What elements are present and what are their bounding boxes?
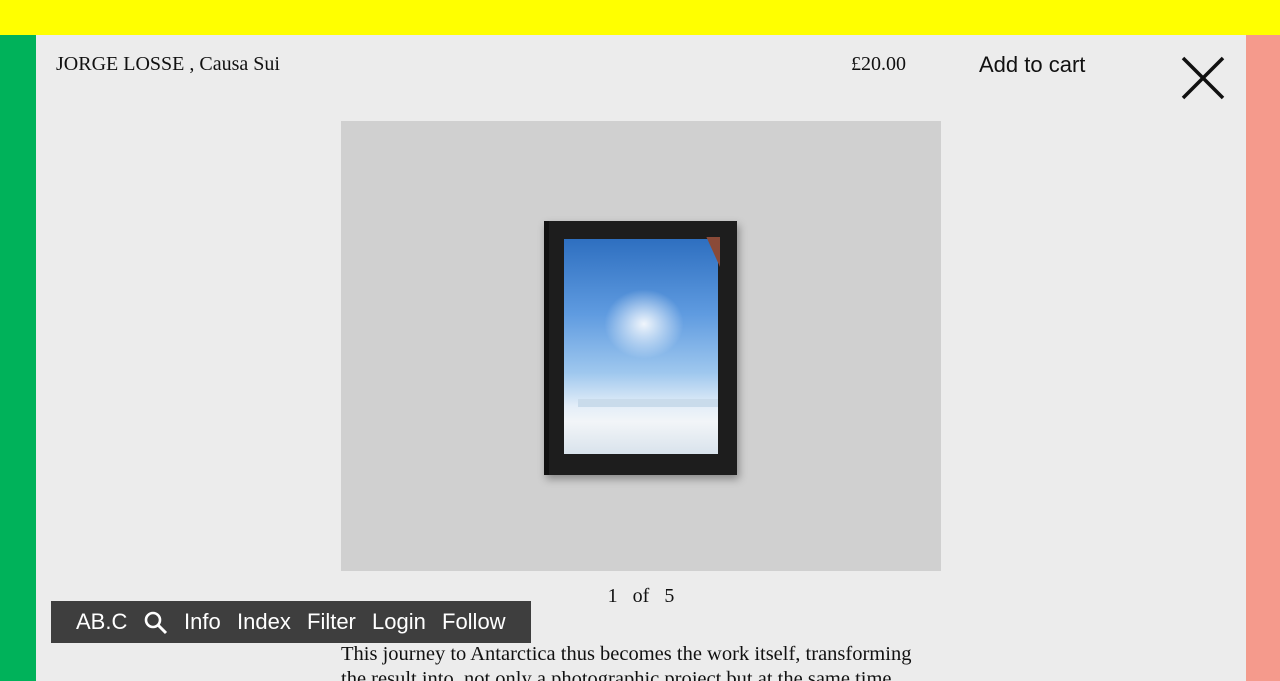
search-icon[interactable]: [143, 610, 169, 642]
pager-current: 1: [607, 585, 618, 607]
nav-login-link[interactable]: Login: [372, 609, 426, 635]
product-overlay-panel: JORGE LOSSE , Causa Sui £20.00 Add to ca…: [36, 35, 1246, 681]
bottom-nav-bar: AB.C Info Index Filter Login Follow: [51, 601, 531, 643]
product-title: JORGE LOSSE , Causa Sui: [56, 53, 280, 75]
book-spine: [544, 221, 549, 475]
right-color-strip: [1246, 35, 1280, 681]
nav-index-link[interactable]: Index: [237, 609, 291, 635]
pager-of: of: [632, 585, 650, 607]
book-cover-image: [564, 237, 720, 454]
left-color-strip: [0, 35, 36, 681]
nav-info-link[interactable]: Info: [184, 609, 221, 635]
top-color-bar: [0, 0, 1280, 35]
product-image[interactable]: [341, 121, 941, 571]
nav-home-link[interactable]: AB.C: [76, 609, 127, 635]
close-icon[interactable]: [1180, 55, 1226, 101]
cover-film-corner: [706, 237, 720, 267]
book-photo: [544, 221, 737, 475]
product-price: £20.00: [851, 53, 906, 75]
add-to-cart-button[interactable]: Add to cart: [979, 52, 1085, 78]
cover-ice-horizon: [578, 399, 718, 407]
nav-follow-link[interactable]: Follow: [442, 609, 506, 635]
pager-total: 5: [664, 585, 675, 607]
nav-filter-link[interactable]: Filter: [307, 609, 356, 635]
cover-cloud: [604, 289, 684, 359]
product-description: This journey to Antarctica thus becomes …: [341, 643, 912, 681]
